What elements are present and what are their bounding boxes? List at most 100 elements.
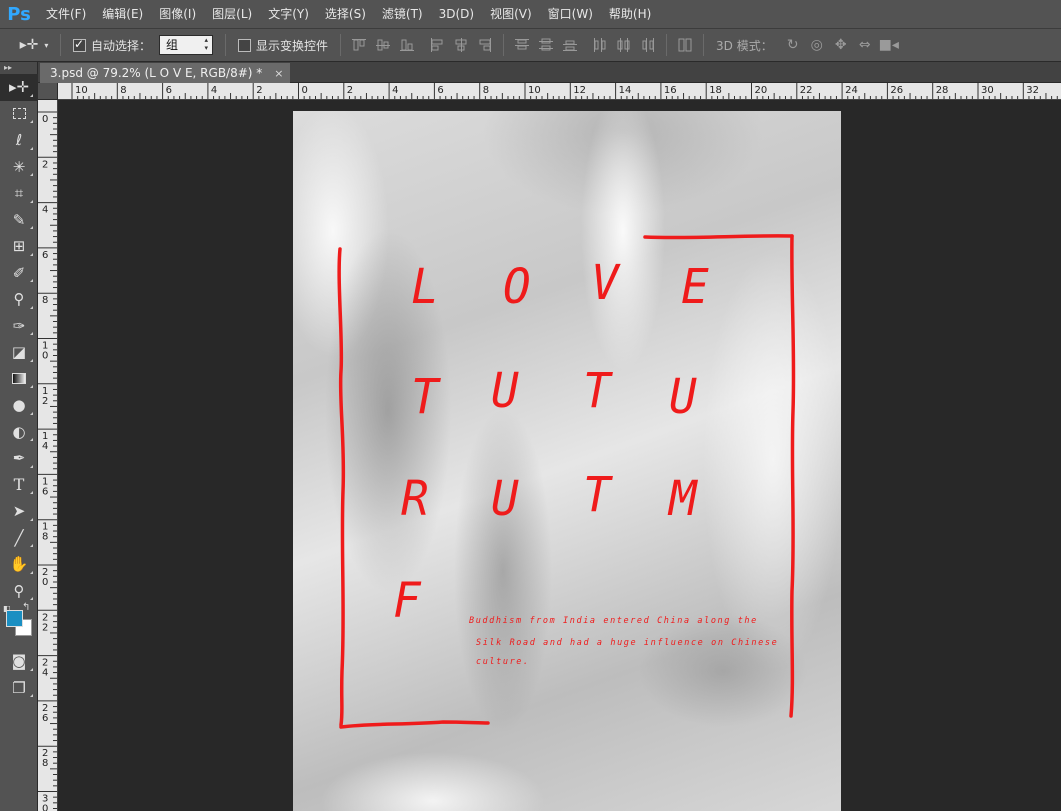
menu-view[interactable]: 视图(V) (482, 0, 540, 28)
collapse-toolbar-icon[interactable]: ▸▸ (0, 62, 37, 74)
pen-tool-button[interactable]: ✒ (0, 445, 38, 472)
ruler-label: 2 (256, 85, 262, 96)
ruler-label: 0 (302, 85, 308, 96)
close-icon[interactable]: × (274, 67, 283, 80)
marquee-tool-button[interactable] (0, 101, 38, 128)
poster-letter[interactable]: F (393, 576, 421, 624)
caption-line[interactable]: culture. (476, 657, 530, 667)
screen-mode-button[interactable]: ❐ (0, 675, 38, 702)
foreground-color-swatch[interactable] (6, 610, 23, 627)
poster-letter[interactable]: U (669, 372, 697, 420)
ruler-label: 6 (166, 85, 172, 96)
distribute-vcenter-button[interactable] (534, 34, 558, 56)
dodge-tool-button[interactable]: ◐ (0, 419, 38, 446)
align-vertical-centers-button[interactable] (371, 34, 395, 56)
ruler-label: 22 (800, 85, 813, 96)
3d-drag-button[interactable]: ✥ (829, 34, 853, 56)
distribute-right-button[interactable] (636, 34, 660, 56)
eraser-tool-button[interactable]: ◪ (0, 339, 38, 366)
align-horizontal-centers-button[interactable] (449, 34, 473, 56)
ruler-origin[interactable] (38, 83, 58, 100)
ruler-label: 20 (755, 85, 768, 96)
3d-rotate-button[interactable]: ↻ (781, 34, 805, 56)
ruler-label: 4 (42, 441, 48, 452)
swap-colors-icon[interactable]: ↰ (22, 602, 30, 613)
menu-file[interactable]: 文件(F) (38, 0, 94, 28)
horizontal-ruler-ticks: 10 8 6 4 2 0 2 4 6 8 10 12 14 16 18 20 22 24 26 28 30 32 (71, 83, 1058, 99)
poster-letter[interactable]: U (491, 366, 519, 414)
align-right-edges-button[interactable] (473, 34, 497, 56)
menu-select[interactable]: 选择(S) (317, 0, 374, 28)
clone-stamp-tool-button[interactable]: ⚲ (0, 286, 38, 313)
caption-line[interactable]: Silk Road and had a huge influence on Ch… (476, 638, 778, 648)
3d-roll-button[interactable]: ◎ (805, 34, 829, 56)
3d-scale-button[interactable]: ■◂ (877, 34, 901, 56)
ruler-label: 28 (936, 85, 949, 96)
show-transform-checkbox[interactable] (238, 38, 252, 52)
auto-select-checkbox[interactable] (73, 37, 86, 52)
canvas-workspace[interactable]: L O V E T U T U R U T M F Buddhism from … (59, 101, 1061, 811)
poster-letter[interactable]: T (411, 372, 439, 420)
divider (340, 34, 342, 56)
hand-tool-button[interactable]: ✋ (0, 551, 38, 578)
poster-letter[interactable]: U (491, 474, 519, 522)
document-canvas[interactable]: L O V E T U T U R U T M F Buddhism from … (293, 111, 841, 811)
zoom-tool-button[interactable]: ⚲ (0, 578, 38, 605)
auto-align-layers-button[interactable] (673, 34, 697, 56)
align-left-edges-button[interactable] (425, 34, 449, 56)
distribute-top-icon (515, 39, 530, 50)
auto-select-target-dropdown[interactable]: 组 (159, 35, 214, 55)
tool-preset-picker[interactable]: ▸✛ ▾ (14, 32, 54, 58)
gradient-tool-button[interactable] (0, 366, 38, 393)
poster-letter[interactable]: R (401, 474, 429, 522)
type-tool-button[interactable]: T (0, 472, 38, 499)
poster-letter[interactable]: T (583, 366, 611, 414)
vertical-ruler[interactable]: 024681012141618202224262830 (38, 100, 58, 811)
divider (503, 34, 505, 56)
brush-tool-button[interactable]: ✐ (0, 260, 38, 287)
menu-type[interactable]: 文字(Y) (260, 0, 317, 28)
poster-letter[interactable]: V (591, 258, 619, 306)
poster-letter[interactable]: O (503, 262, 531, 310)
eyedropper-icon: ✎ (12, 210, 26, 229)
line-tool-button[interactable]: ╱ (0, 525, 38, 552)
divider (703, 34, 705, 56)
lasso-tool-button[interactable]: ℓ (0, 127, 38, 154)
arrow-cursor-icon: ➤ (12, 502, 26, 521)
ruler-label: 8 (120, 85, 126, 96)
vertical-ruler-ticks: 024681012141618202224262830 (38, 111, 57, 811)
align-top-icon (352, 39, 367, 51)
horizontal-ruler[interactable]: 10 8 6 4 2 0 2 4 6 8 10 12 14 16 18 20 22 24 26 28 30 32 (58, 83, 1061, 100)
menu-layer[interactable]: 图层(L) (204, 0, 260, 28)
menu-window[interactable]: 窗口(W) (540, 0, 601, 28)
3d-slide-button[interactable]: ⇔ (853, 34, 877, 56)
blur-tool-button[interactable]: ● (0, 392, 38, 419)
document-tab[interactable]: 3.psd @ 79.2% (L O V E, RGB/8#) * × (40, 63, 290, 83)
align-bottom-edges-button[interactable] (395, 34, 419, 56)
menu-image[interactable]: 图像(I) (151, 0, 204, 28)
poster-letter[interactable]: T (583, 470, 611, 518)
path-selection-tool-button[interactable]: ➤ (0, 498, 38, 525)
eyedropper-tool-button[interactable]: ✎ (0, 207, 38, 234)
quick-mask-button[interactable]: ◙ (0, 648, 38, 675)
caption-line[interactable]: Buddhism from India entered China along … (469, 616, 758, 626)
history-brush-tool-button[interactable]: ✑ (0, 313, 38, 340)
poster-letter[interactable]: E (681, 262, 709, 310)
poster-letter[interactable]: M (669, 474, 697, 522)
distribute-hcenter-button[interactable] (612, 34, 636, 56)
menu-help[interactable]: 帮助(H) (601, 0, 659, 28)
menu-edit[interactable]: 编辑(E) (94, 0, 151, 28)
magic-wand-tool-button[interactable]: ✳ (0, 154, 38, 181)
crop-tool-button[interactable]: ⌗ (0, 180, 38, 207)
menu-filter[interactable]: 滤镜(T) (374, 0, 431, 28)
distribute-top-button[interactable] (510, 34, 534, 56)
align-top-edges-button[interactable] (347, 34, 371, 56)
distribute-bottom-button[interactable] (558, 34, 582, 56)
distribute-left-button[interactable] (588, 34, 612, 56)
ruler-label: 8 (483, 85, 489, 96)
ruler-label: 16 (664, 85, 677, 96)
poster-letter[interactable]: L (411, 262, 439, 310)
menu-3d[interactable]: 3D(D) (431, 0, 482, 28)
spot-healing-tool-button[interactable]: ⊞ (0, 233, 38, 260)
move-tool-button[interactable]: ▸✛ (0, 74, 38, 101)
